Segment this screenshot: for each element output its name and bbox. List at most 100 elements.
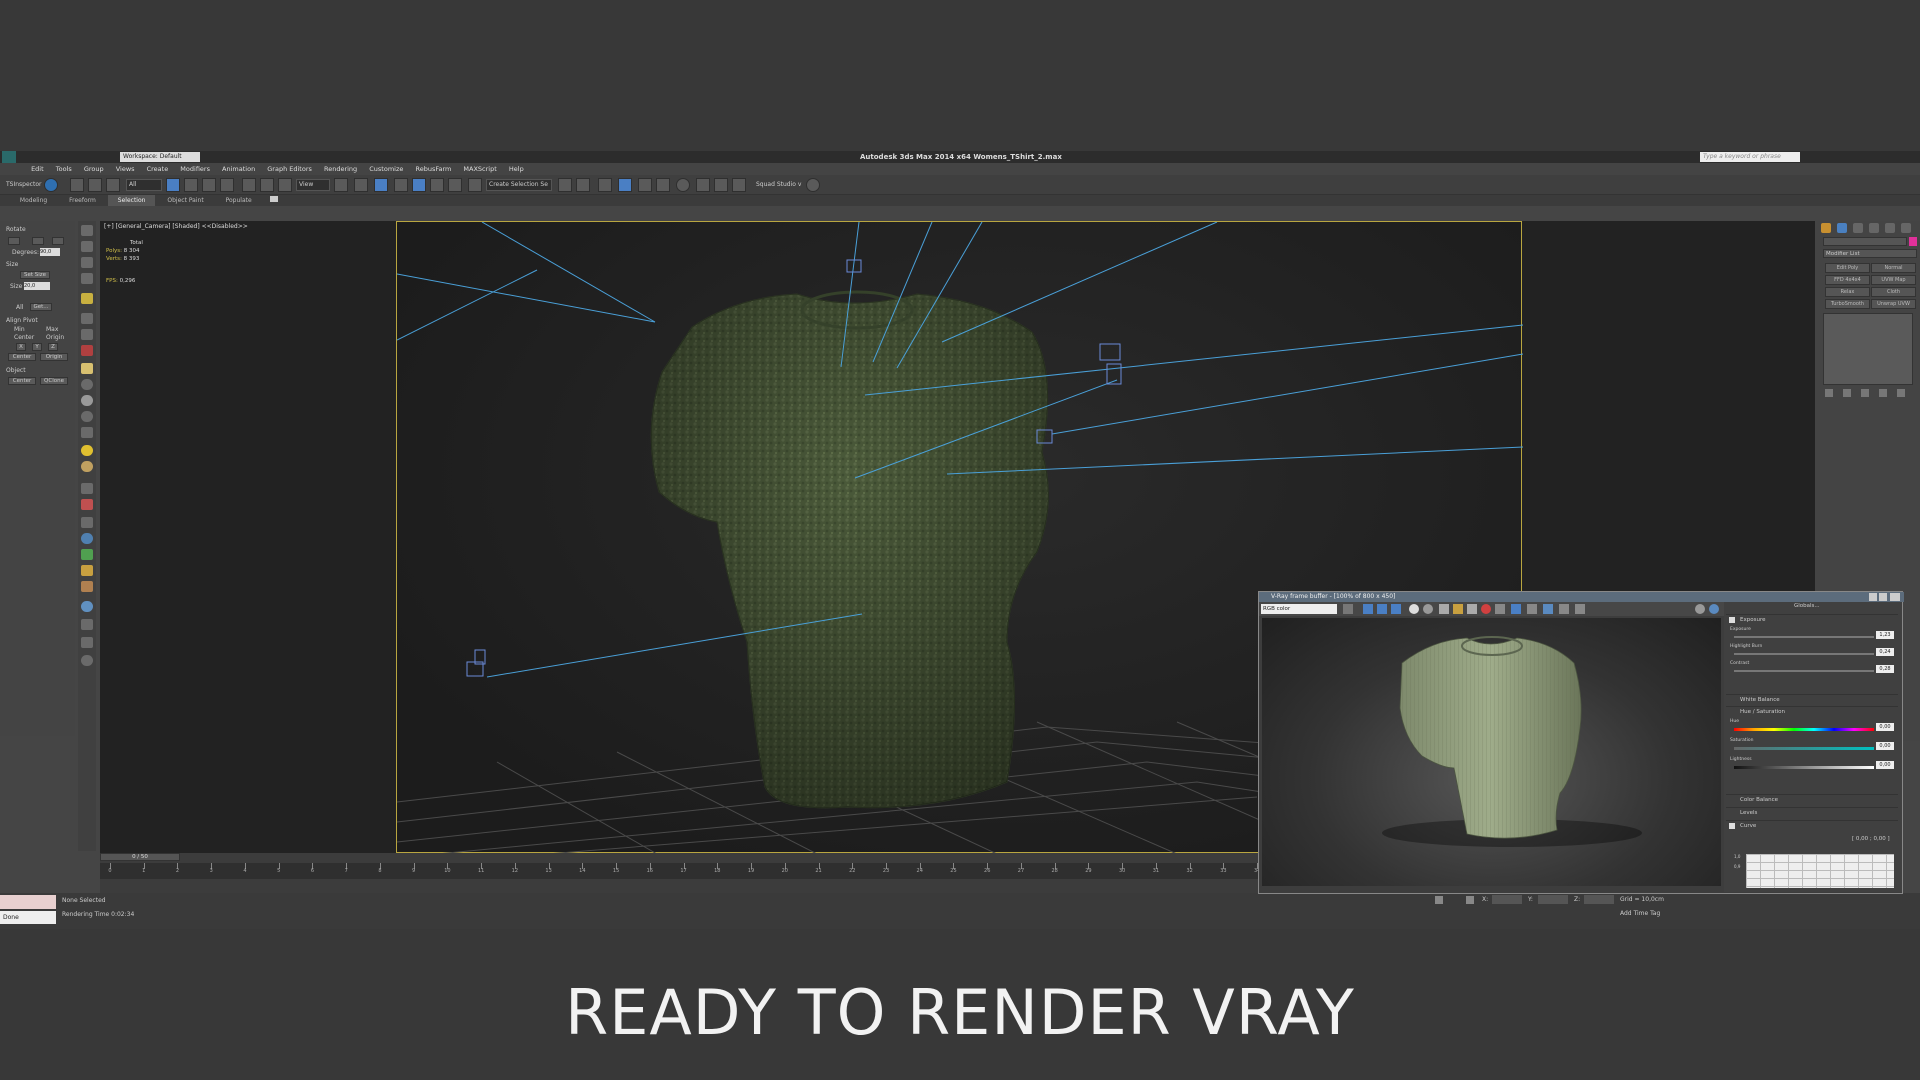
all-label[interactable]: All bbox=[16, 304, 23, 311]
modifier-list-dropdown[interactable]: Modifier List bbox=[1823, 249, 1917, 258]
create-globe-icon[interactable] bbox=[81, 533, 93, 544]
x-coord-field[interactable] bbox=[1492, 895, 1522, 904]
exposure-checkbox[interactable] bbox=[1729, 617, 1735, 623]
color-corrections-icon[interactable] bbox=[1559, 604, 1569, 614]
create-torus-icon[interactable] bbox=[81, 411, 93, 422]
align-icon[interactable] bbox=[576, 178, 590, 192]
studio-icon[interactable] bbox=[806, 178, 820, 192]
inspector-icon[interactable] bbox=[44, 178, 58, 192]
vray-frame-buffer-window[interactable]: V-Ray frame buffer - [100% of 800 x 450]… bbox=[1258, 591, 1904, 894]
levels-row[interactable]: Levels bbox=[1726, 807, 1898, 817]
red-channel-icon[interactable] bbox=[1363, 604, 1373, 614]
search-input[interactable]: Type a keyword or phrase bbox=[1700, 152, 1800, 162]
center-button[interactable]: Center bbox=[8, 353, 36, 361]
create-plane-icon[interactable] bbox=[81, 257, 93, 268]
track-mouse-icon[interactable] bbox=[1511, 604, 1521, 614]
mirror-icon[interactable] bbox=[558, 178, 572, 192]
vfb-title-bar[interactable]: V-Ray frame buffer - [100% of 800 x 450] bbox=[1259, 592, 1904, 602]
create-tab-icon[interactable] bbox=[1821, 223, 1831, 233]
ribbon-toggle-icon[interactable] bbox=[269, 196, 278, 202]
lock-selection-icon[interactable] bbox=[1435, 896, 1443, 904]
selection-filter-dropdown[interactable]: All bbox=[126, 179, 162, 191]
menu-graph-editors[interactable]: Graph Editors bbox=[262, 163, 317, 175]
saturation-slider[interactable] bbox=[1734, 747, 1874, 750]
select-object-icon[interactable] bbox=[166, 178, 180, 192]
menu-maxscript[interactable]: MAXScript bbox=[458, 163, 501, 175]
save-icon[interactable] bbox=[1439, 604, 1449, 614]
angle-snap-icon[interactable] bbox=[412, 178, 426, 192]
curve-graph[interactable] bbox=[1746, 854, 1894, 888]
make-unique-icon[interactable] bbox=[1861, 389, 1869, 397]
create-table-icon[interactable] bbox=[81, 619, 93, 630]
layer-manager-icon[interactable] bbox=[598, 178, 612, 192]
menu-modifiers[interactable]: Modifiers bbox=[175, 163, 215, 175]
z-coord-field[interactable] bbox=[1584, 895, 1614, 904]
menu-edit[interactable]: Edit bbox=[26, 163, 49, 175]
render-production-icon[interactable] bbox=[732, 178, 746, 192]
origin-button[interactable]: Origin bbox=[40, 353, 68, 361]
remove-modifier-icon[interactable] bbox=[1879, 389, 1887, 397]
modify-tab-icon[interactable] bbox=[1837, 223, 1847, 233]
alpha-channel-icon[interactable] bbox=[1409, 604, 1419, 614]
tab-freeform[interactable]: Freeform bbox=[59, 195, 106, 206]
history-icon[interactable] bbox=[1543, 604, 1553, 614]
menu-animation[interactable]: Animation bbox=[217, 163, 260, 175]
rotate-button-1[interactable] bbox=[8, 237, 20, 245]
z-axis-button[interactable]: Z bbox=[48, 343, 58, 351]
lens-effects-icon[interactable] bbox=[1527, 604, 1537, 614]
save-image-icon[interactable] bbox=[1343, 604, 1353, 614]
create-particle-icon[interactable] bbox=[81, 483, 93, 494]
mono-mode-icon[interactable] bbox=[1423, 604, 1433, 614]
ffd-button[interactable]: FFD 4x4x4 bbox=[1825, 275, 1870, 285]
select-by-name-icon[interactable] bbox=[184, 178, 198, 192]
rotate-ccw-icon[interactable] bbox=[32, 237, 44, 245]
min-radio[interactable]: Min bbox=[14, 326, 25, 333]
exposure-slider[interactable] bbox=[1734, 636, 1874, 638]
menu-create[interactable]: Create bbox=[142, 163, 174, 175]
menu-rebusfarm[interactable]: RebusFarm bbox=[410, 163, 456, 175]
absolute-mode-icon[interactable] bbox=[1466, 896, 1474, 904]
green-channel-icon[interactable] bbox=[1377, 604, 1387, 614]
create-tool-icon[interactable] bbox=[81, 565, 93, 576]
schematic-view-icon[interactable] bbox=[656, 178, 670, 192]
percent-snap-icon[interactable] bbox=[430, 178, 444, 192]
max-radio[interactable]: Max bbox=[46, 326, 58, 333]
create-cylinder-icon[interactable] bbox=[81, 637, 93, 648]
y-coord-field[interactable] bbox=[1538, 895, 1568, 904]
tshirt-mesh[interactable] bbox=[650, 290, 1049, 809]
select-rotate-icon[interactable] bbox=[260, 178, 274, 192]
create-hair-icon[interactable] bbox=[81, 581, 93, 592]
curve-editor-icon[interactable] bbox=[638, 178, 652, 192]
create-bone-icon[interactable] bbox=[81, 517, 93, 528]
exposure-value[interactable]: 1,23 bbox=[1876, 631, 1894, 639]
hierarchy-tab-icon[interactable] bbox=[1853, 223, 1863, 233]
bind-space-warp-icon[interactable] bbox=[106, 178, 120, 192]
menu-views[interactable]: Views bbox=[111, 163, 140, 175]
exposure-row[interactable]: Exposure bbox=[1726, 614, 1898, 624]
load-icon[interactable] bbox=[1453, 604, 1463, 614]
configure-sets-icon[interactable] bbox=[1897, 389, 1905, 397]
origin-radio[interactable]: Origin bbox=[46, 334, 64, 341]
highlight-burn-slider[interactable] bbox=[1734, 653, 1874, 655]
app-logo-icon[interactable] bbox=[2, 151, 16, 163]
highlight-burn-value[interactable]: 0,24 bbox=[1876, 648, 1894, 656]
set-size-button[interactable]: Set Size bbox=[20, 271, 50, 279]
object-color-swatch[interactable] bbox=[1909, 237, 1917, 246]
tab-object-paint[interactable]: Object Paint bbox=[157, 195, 213, 206]
unwrap-uvw-button[interactable]: Unwrap UVW bbox=[1871, 299, 1916, 309]
globals-button[interactable]: Globals... bbox=[1794, 603, 1820, 609]
pin-stack-icon[interactable] bbox=[1825, 389, 1833, 397]
create-shape-icon[interactable] bbox=[81, 329, 93, 340]
workspace-dropdown[interactable]: Workspace: Default bbox=[120, 152, 200, 162]
contrast-value[interactable]: 0,28 bbox=[1876, 665, 1894, 673]
lightness-slider[interactable] bbox=[1734, 766, 1874, 769]
utilities-tab-icon[interactable] bbox=[1901, 223, 1911, 233]
pivot-center-icon[interactable] bbox=[334, 178, 348, 192]
inspector-label[interactable]: TSInspector bbox=[6, 181, 41, 188]
show-end-result-icon[interactable] bbox=[1843, 389, 1851, 397]
create-omni-icon[interactable] bbox=[81, 461, 93, 472]
hue-value[interactable]: 0,00 bbox=[1876, 723, 1894, 731]
track-bar[interactable]: 0 1 2 3 4 5 6 7 8 9 10 11 12 13 14 15 16 17 18 19 20 21 22 23 24… bbox=[100, 863, 1300, 879]
render-setup-icon[interactable] bbox=[696, 178, 710, 192]
create-space-warp-icon[interactable] bbox=[81, 345, 93, 356]
